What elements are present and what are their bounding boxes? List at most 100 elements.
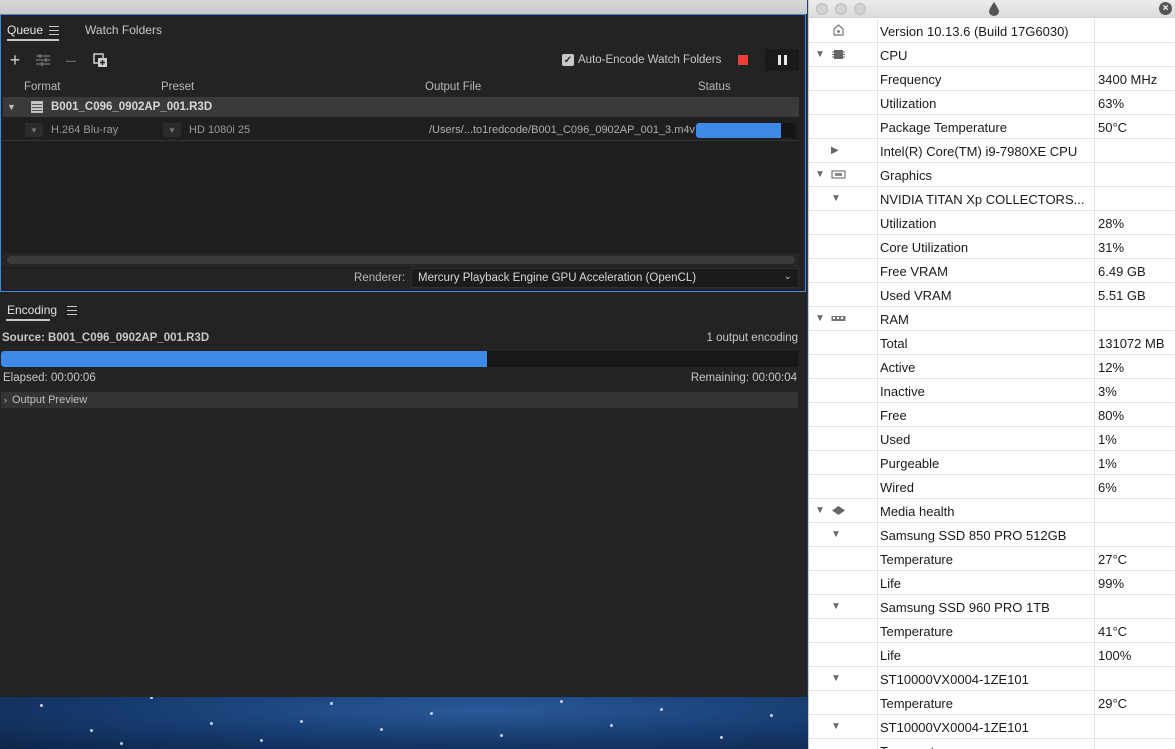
column-output-file[interactable]: Output File bbox=[425, 81, 481, 93]
sysinfo-row[interactable]: ▼ CPU bbox=[809, 43, 1175, 67]
disclosure-down-icon[interactable]: ▼ bbox=[831, 529, 841, 540]
duplicate-icon[interactable] bbox=[91, 49, 109, 71]
sysinfo-row[interactable]: ▼ NVIDIA TITAN Xp COLLECTORS... bbox=[809, 187, 1175, 211]
sysinfo-row[interactable]: ▼ ST10000VX0004-1ZE101 bbox=[809, 667, 1175, 691]
row-label: Utilization bbox=[880, 96, 937, 111]
tab-queue-label: Queue bbox=[7, 23, 44, 37]
row-disclosure-cell bbox=[809, 691, 878, 715]
tab-queue[interactable]: Queue bbox=[1, 15, 65, 45]
disclosure-down-icon[interactable]: ▼ bbox=[815, 313, 825, 324]
preset-dropdown-icon[interactable]: ▼ bbox=[163, 123, 181, 137]
row-label: Free VRAM bbox=[880, 264, 948, 279]
disclosure-down-icon[interactable]: ▼ bbox=[815, 505, 825, 516]
panel-menu-icon[interactable] bbox=[67, 305, 78, 315]
row-disclosure-cell bbox=[809, 259, 878, 283]
column-format[interactable]: Format bbox=[24, 81, 60, 93]
output-format[interactable]: H.264 Blu-ray bbox=[51, 124, 118, 136]
row-label: Life bbox=[880, 576, 901, 591]
sysinfo-row[interactable]: ▼ Media health bbox=[809, 499, 1175, 523]
panel-menu-icon[interactable] bbox=[49, 25, 60, 35]
add-source-icon[interactable]: + bbox=[7, 49, 23, 71]
window-top-strip bbox=[0, 0, 807, 14]
auto-encode-checkbox[interactable]: ✓ bbox=[562, 54, 574, 66]
queue-output-row[interactable]: ▼ H.264 Blu-ray ▼ HD 1080i 25 /Users/...… bbox=[3, 119, 799, 141]
row-label: Frequency bbox=[880, 72, 942, 87]
row-disclosure-cell bbox=[809, 619, 878, 643]
collapse-chevron-icon[interactable]: ▼ bbox=[7, 102, 19, 112]
sysinfo-row: Temperature bbox=[809, 739, 1175, 749]
remove-icon[interactable]: – bbox=[63, 49, 79, 71]
sysinfo-row: Temperature 27°C bbox=[809, 547, 1175, 571]
disclosure-down-icon[interactable]: ▼ bbox=[815, 49, 825, 60]
disclosure-right-icon[interactable]: ▶ bbox=[831, 145, 839, 156]
row-value: 28% bbox=[1098, 216, 1125, 231]
row-label: Active bbox=[880, 360, 916, 375]
sysinfo-row[interactable]: ▼ Graphics bbox=[809, 163, 1175, 187]
row-label: Temperature bbox=[880, 552, 953, 567]
row-disclosure-cell bbox=[809, 643, 878, 667]
row-disclosure-cell: ▼ bbox=[809, 667, 878, 691]
column-preset[interactable]: Preset bbox=[161, 81, 194, 93]
tab-encoding[interactable]: Encoding bbox=[0, 296, 78, 324]
row-value: 29°C bbox=[1098, 696, 1128, 711]
disclosure-down-icon[interactable]: ▼ bbox=[831, 193, 841, 204]
disclosure-down-icon[interactable]: ▼ bbox=[831, 601, 841, 612]
disclosure-down-icon[interactable]: ▼ bbox=[831, 721, 841, 732]
row-disclosure-cell bbox=[809, 115, 878, 139]
row-disclosure-cell: ▼ bbox=[809, 43, 878, 67]
sysinfo-row[interactable]: ▶ Intel(R) Core(TM) i9-7980XE CPU bbox=[809, 139, 1175, 163]
window-zoom-button[interactable] bbox=[854, 3, 866, 15]
row-disclosure-cell bbox=[809, 355, 878, 379]
column-status[interactable]: Status bbox=[698, 81, 731, 93]
sysinfo-row: Frequency 3400 MHz bbox=[809, 67, 1175, 91]
stop-queue-button[interactable] bbox=[738, 55, 748, 65]
row-disclosure-cell bbox=[809, 283, 878, 307]
output-preview-toggle[interactable]: › Output Preview bbox=[1, 392, 798, 408]
sysinfo-table: Version 10.13.6 (Build 17G6030) ▼ CPU Frequ… bbox=[809, 19, 1175, 749]
sysinfo-row: Purgeable 1% bbox=[809, 451, 1175, 475]
row-value-cell bbox=[1095, 523, 1175, 547]
sysinfo-row: Free VRAM 6.49 GB bbox=[809, 259, 1175, 283]
row-label-cell bbox=[878, 331, 1095, 355]
drop-icon bbox=[989, 2, 999, 16]
tab-watch-folders-label: Watch Folders bbox=[85, 23, 162, 37]
row-value: 6.49 GB bbox=[1098, 264, 1146, 279]
format-dropdown-icon[interactable]: ▼ bbox=[25, 123, 43, 137]
pause-queue-button[interactable] bbox=[765, 49, 799, 71]
tab-watch-folders[interactable]: Watch Folders bbox=[79, 15, 168, 45]
row-label: Samsung SSD 960 PRO 1TB bbox=[880, 600, 1050, 615]
row-value: 6% bbox=[1098, 480, 1117, 495]
queue-horizontal-scrollbar[interactable] bbox=[3, 253, 799, 267]
row-disclosure-cell bbox=[809, 475, 878, 499]
encoding-source: Source: B001_C096_0902AP_001.R3D bbox=[2, 332, 210, 344]
row-disclosure-cell bbox=[809, 739, 878, 749]
auto-encode-label: Auto-Encode Watch Folders bbox=[578, 54, 722, 66]
auto-encode-toggle[interactable]: ✓ Auto-Encode Watch Folders bbox=[562, 52, 721, 68]
sysinfo-row[interactable]: ▼ RAM bbox=[809, 307, 1175, 331]
disclosure-down-icon[interactable]: ▼ bbox=[831, 673, 841, 684]
row-value-cell bbox=[1095, 499, 1175, 523]
output-preview-label: Output Preview bbox=[12, 394, 88, 406]
sysinfo-row[interactable]: ▼ ST10000VX0004-1ZE101 bbox=[809, 715, 1175, 739]
row-value: 3400 MHz bbox=[1098, 72, 1158, 87]
disclosure-down-icon[interactable]: ▼ bbox=[815, 169, 825, 180]
row-label: RAM bbox=[880, 312, 909, 327]
sysinfo-row[interactable]: ▼ Samsung SSD 960 PRO 1TB bbox=[809, 595, 1175, 619]
row-disclosure-cell: ▶ bbox=[809, 139, 878, 163]
window-minimize-button[interactable] bbox=[835, 3, 847, 15]
close-icon[interactable]: × bbox=[1159, 2, 1172, 15]
row-label: Temperature bbox=[880, 696, 953, 711]
row-label-cell bbox=[878, 427, 1095, 451]
star-decoration bbox=[500, 734, 503, 737]
sysinfo-row[interactable]: ▼ Samsung SSD 850 PRO 512GB bbox=[809, 523, 1175, 547]
renderer-select[interactable]: Mercury Playback Engine GPU Acceleration… bbox=[411, 268, 799, 288]
output-file-path[interactable]: /Users/...to1redcode/B001_C096_0902AP_00… bbox=[429, 124, 695, 136]
media-encoder-window: Queue Watch Folders + – ✓ Auto-Encode Wa… bbox=[0, 0, 807, 697]
window-close-button[interactable] bbox=[816, 3, 828, 15]
output-preset[interactable]: HD 1080i 25 bbox=[189, 124, 250, 136]
row-value: 80% bbox=[1098, 408, 1125, 423]
queue-source-row[interactable]: ▼ B001_C096_0902AP_001.R3D bbox=[3, 97, 799, 117]
row-label: Used bbox=[880, 432, 911, 447]
settings-sliders-icon[interactable] bbox=[34, 49, 52, 71]
row-label: Samsung SSD 850 PRO 512GB bbox=[880, 528, 1067, 543]
